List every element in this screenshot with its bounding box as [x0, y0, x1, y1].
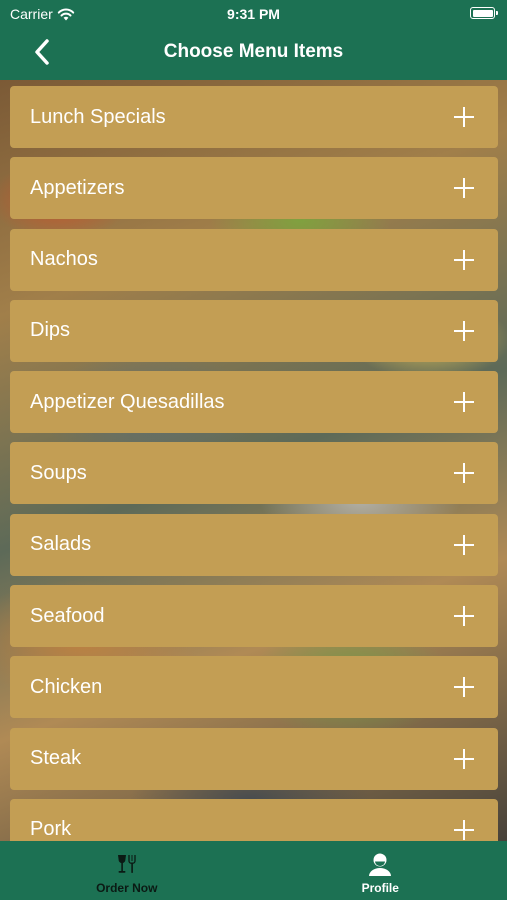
- menu-item-chicken[interactable]: Chicken: [10, 656, 498, 719]
- menu-item-salads[interactable]: Salads: [10, 513, 498, 576]
- plus-icon: [454, 534, 474, 555]
- menu-item-label: Lunch Specials: [30, 105, 166, 128]
- header: Carrier 9:31 PM Choose Menu Items: [0, 0, 507, 80]
- menu-item-label: Chicken: [30, 675, 103, 698]
- menu-list: Lunch Specials Appetizers Nachos Dips Ap…: [0, 80, 507, 841]
- tab-profile[interactable]: Profile: [254, 841, 507, 900]
- menu-item-appetizers[interactable]: Appetizers: [10, 157, 498, 220]
- dining-icon: [117, 855, 136, 873]
- battery-icon: [470, 7, 498, 19]
- plus-icon: [454, 606, 474, 627]
- status-bar: Carrier 9:31 PM: [0, 0, 507, 28]
- plus-icon: [454, 178, 474, 199]
- tab-bar: Order Now Profile: [0, 841, 507, 900]
- menu-item-label: Steak: [30, 747, 82, 770]
- menu-item-label: Appetizers: [30, 176, 125, 199]
- tab-order-now[interactable]: Order Now: [0, 841, 254, 900]
- plus-icon: [454, 107, 474, 127]
- menu-item-label: Seafood: [30, 604, 105, 627]
- menu-item-steak[interactable]: Steak: [10, 727, 498, 790]
- menu-item-label: Appetizer Quesadillas: [30, 390, 225, 413]
- menu-background[interactable]: Lunch Specials Appetizers Nachos Dips Ap…: [0, 80, 507, 841]
- page-title: Choose Menu Items: [163, 41, 344, 62]
- menu-item-label: Salads: [30, 533, 92, 556]
- menu-item-label: Nachos: [30, 248, 98, 271]
- status-time: 9:31 PM: [227, 6, 280, 22]
- plus-icon: [454, 677, 474, 698]
- menu-item-label: Soups: [30, 461, 87, 484]
- plus-icon: [454, 392, 474, 413]
- plus-icon: [454, 819, 474, 840]
- menu-item-label: Dips: [30, 319, 71, 342]
- plus-icon: [454, 463, 474, 484]
- plus-icon: [454, 748, 474, 769]
- plus-icon: [454, 320, 474, 341]
- menu-item-label: Pork: [30, 818, 72, 841]
- plus-icon: [454, 249, 474, 270]
- menu-item-lunch-specials[interactable]: Lunch Specials: [10, 86, 498, 148]
- menu-item-appetizer-quesadillas[interactable]: Appetizer Quesadillas: [10, 371, 498, 434]
- menu-item-pork[interactable]: Pork: [10, 798, 498, 841]
- menu-item-seafood[interactable]: Seafood: [10, 585, 498, 648]
- nav-bar: Choose Menu Items: [0, 28, 507, 80]
- menu-item-soups[interactable]: Soups: [10, 442, 498, 505]
- menu-item-dips[interactable]: Dips: [10, 299, 498, 362]
- menu-item-nachos[interactable]: Nachos: [10, 228, 498, 291]
- user-icon: [369, 853, 392, 876]
- tab-label: Order Now: [96, 881, 158, 895]
- tab-label: Profile: [361, 881, 399, 895]
